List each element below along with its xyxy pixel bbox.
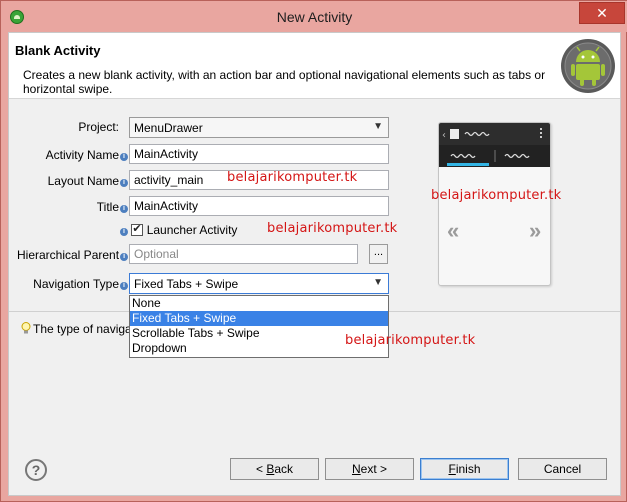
navigation-preview: ‹ « »: [438, 122, 551, 286]
layout-name-label-text: Layout Name: [47, 174, 119, 188]
info-icon: i: [120, 153, 128, 161]
watermark-text: belajarikomputer.tk: [267, 221, 398, 236]
layout-name-label: Layout Name i: [29, 174, 128, 188]
browse-button[interactable]: ...: [369, 244, 388, 264]
preview-action-bar: ‹: [439, 123, 550, 145]
launcher-activity-row[interactable]: i Launcher Activity: [119, 222, 238, 237]
back-button-label: ack: [274, 462, 294, 476]
navigation-type-value: Fixed Tabs + Swipe: [134, 277, 239, 291]
window-title: New Activity: [276, 9, 353, 25]
lightbulb-icon: [21, 322, 31, 334]
activity-name-label: Activity Name i: [29, 148, 128, 162]
info-icon: i: [120, 253, 129, 261]
next-button[interactable]: Next >: [325, 458, 414, 480]
watermark-text: belajarikomputer.tk: [431, 188, 562, 203]
preview-tabs: [439, 145, 550, 167]
help-icon[interactable]: ?: [25, 459, 47, 481]
chevron-down-icon: ▼: [373, 121, 383, 132]
navigation-type-select[interactable]: Fixed Tabs + Swipe ▼: [129, 273, 389, 294]
launcher-activity-checkbox[interactable]: [131, 222, 144, 236]
hierarchical-parent-label: Hierarchical Parent i: [17, 248, 129, 262]
info-icon: i: [120, 179, 128, 187]
finish-button-mnemonic: F: [448, 462, 456, 476]
dropdown-option-none[interactable]: None: [130, 296, 388, 311]
dropdown-option-fixed-tabs-swipe[interactable]: Fixed Tabs + Swipe: [130, 311, 388, 326]
navigation-type-label: Navigation Type i: [17, 277, 128, 291]
cancel-button[interactable]: Cancel: [518, 458, 607, 480]
swipe-right-icon: »: [529, 218, 542, 243]
android-logo-icon: [561, 39, 615, 93]
chevron-down-icon: ▼: [373, 277, 383, 288]
next-button-label: ext >: [360, 462, 388, 476]
launcher-activity-label: Launcher Activity: [146, 223, 238, 237]
navigation-type-dropdown-list[interactable]: None Fixed Tabs + Swipe Scrollable Tabs …: [129, 295, 389, 358]
close-button[interactable]: ✕: [579, 2, 625, 24]
back-button[interactable]: < Back: [230, 458, 319, 480]
hint-text: The type of naviga: [21, 322, 132, 336]
info-icon: i: [120, 282, 128, 290]
project-select[interactable]: MenuDrawer ▼: [129, 117, 389, 138]
activity-name-label-text: Activity Name: [45, 148, 119, 162]
swipe-left-icon: «: [447, 218, 460, 243]
finish-button-label: inish: [455, 462, 481, 476]
info-icon: i: [120, 205, 128, 213]
back-button-prefix: <: [255, 462, 267, 476]
next-button-mnemonic: N: [351, 462, 361, 476]
navigation-type-label-text: Navigation Type: [33, 277, 119, 291]
finish-button[interactable]: Finish: [420, 458, 509, 480]
new-activity-window: New Activity ✕ Blank Activity Creates a …: [0, 0, 627, 502]
title-label: Title i: [29, 200, 128, 214]
activity-name-input[interactable]: MainActivity: [129, 144, 389, 164]
hint-text-value: The type of naviga: [33, 322, 132, 336]
project-label: Project:: [78, 120, 119, 134]
preview-tabs-graphic: [447, 150, 530, 166]
preview-action-bar-graphic: ‹: [442, 128, 542, 141]
title-bar: New Activity ✕: [1, 1, 627, 32]
project-value: MenuDrawer: [134, 121, 203, 135]
info-icon: i: [120, 228, 128, 236]
page-description: Creates a new blank activity, with an ac…: [23, 68, 546, 96]
dialog-header: Blank Activity Creates a new blank activ…: [9, 33, 620, 99]
svg-text:‹: ‹: [442, 130, 446, 141]
title-label-text: Title: [96, 200, 119, 214]
dialog-client-area: Blank Activity Creates a new blank activ…: [8, 32, 621, 496]
watermark-text: belajarikomputer.tk: [345, 333, 476, 348]
watermark-text: belajarikomputer.tk: [227, 170, 358, 185]
hierarchical-parent-label-text: Hierarchical Parent: [17, 248, 120, 262]
title-input[interactable]: MainActivity: [129, 196, 389, 216]
hierarchical-parent-input[interactable]: Optional: [129, 244, 358, 264]
page-title: Blank Activity: [15, 43, 101, 58]
